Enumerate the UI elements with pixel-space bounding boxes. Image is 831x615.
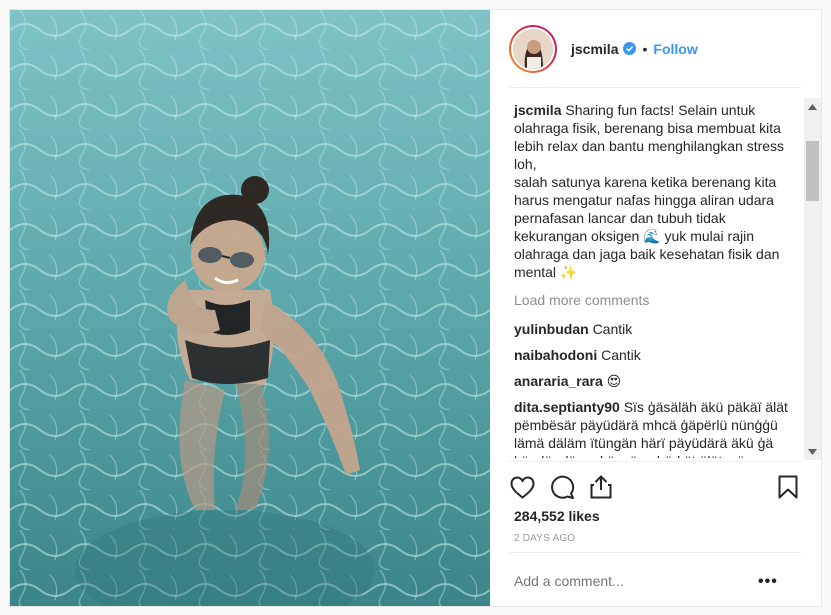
avatar[interactable] — [509, 24, 557, 73]
instagram-post: jscmila • Follow jscmila Sharing fun fac… — [9, 9, 822, 607]
load-more-comments-button[interactable]: Load more comments — [514, 291, 791, 309]
pool-photo-image — [10, 10, 490, 606]
avatar-image — [513, 28, 553, 69]
comment-item: yulinbudan Cantik — [514, 320, 791, 338]
caption-username[interactable]: jscmila — [514, 102, 561, 118]
post-actions — [509, 472, 801, 502]
post-timestamp[interactable]: 2 DAYS AGO — [514, 533, 575, 544]
scroll-thumb[interactable] — [806, 141, 819, 201]
separator-dot: • — [642, 40, 648, 57]
comment-item: naibahodoni Cantik — [514, 346, 791, 364]
likes-count[interactable]: 284,552 likes — [514, 508, 600, 524]
more-options-icon[interactable]: ••• — [758, 573, 778, 591]
post-username[interactable]: jscmila — [571, 41, 618, 57]
comments-section[interactable]: jscmila Sharing fun facts! Selain untuk … — [490, 98, 821, 458]
caption-text: Sharing fun facts! Selain untuk olahraga… — [514, 102, 785, 280]
heart-icon[interactable] — [509, 474, 535, 500]
post-caption: jscmila Sharing fun facts! Selain untuk … — [514, 101, 791, 281]
add-comment-input[interactable] — [514, 573, 774, 589]
comment-username[interactable]: yulinbudan — [514, 321, 589, 337]
share-icon[interactable] — [588, 474, 614, 500]
bookmark-icon[interactable] — [775, 474, 801, 500]
comment-box-divider — [509, 552, 801, 553]
avatar-photo-icon — [513, 28, 553, 69]
actions-divider — [509, 461, 801, 462]
comment-text: 😍 — [606, 373, 622, 389]
scroll-up-arrow-icon[interactable] — [804, 98, 821, 115]
verified-badge-icon — [623, 42, 637, 55]
comment-text: Cantik — [601, 347, 641, 363]
comment-icon[interactable] — [549, 474, 575, 500]
comment-username[interactable]: naibahodoni — [514, 347, 597, 363]
comment-username[interactable]: anararia_rara — [514, 373, 603, 389]
follow-button[interactable]: Follow — [653, 41, 697, 57]
comment-item: anararia_rara 😍 — [514, 372, 791, 390]
comment-item: dita.septianty90 Sïs ģäsäläh äkü päkäï ä… — [514, 398, 791, 458]
comment-text: Cantik — [592, 321, 633, 337]
comment-username[interactable]: dita.septianty90 — [514, 399, 620, 415]
header-divider — [509, 87, 801, 88]
post-photo[interactable] — [10, 10, 490, 606]
scroll-down-arrow-icon[interactable] — [804, 443, 821, 460]
comments-scrollbar[interactable] — [804, 98, 821, 460]
post-sidebar: jscmila • Follow jscmila Sharing fun fac… — [490, 10, 821, 606]
post-header: jscmila • Follow — [490, 10, 821, 87]
